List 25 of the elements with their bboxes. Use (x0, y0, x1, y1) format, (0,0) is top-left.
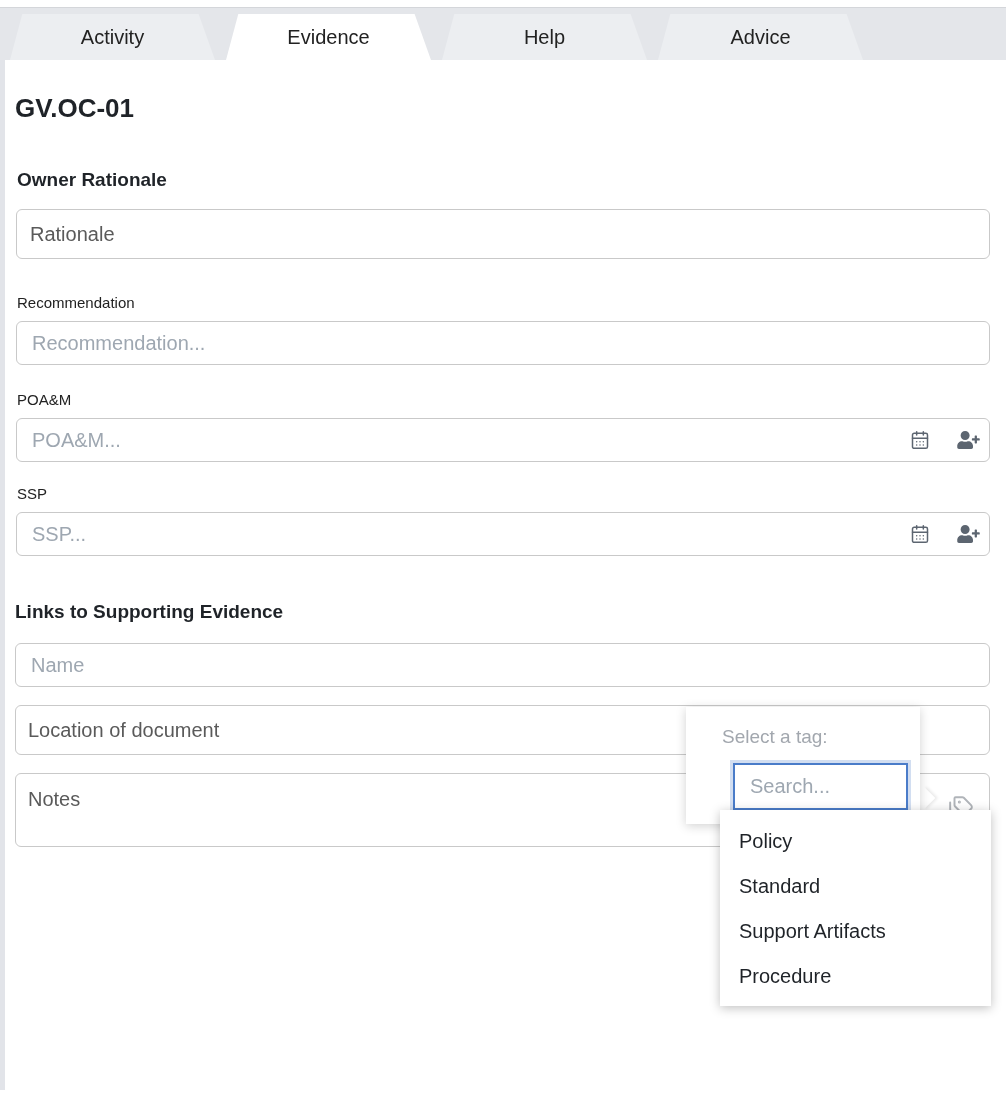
field-label: Recommendation (17, 293, 136, 313)
tag-option[interactable]: Policy (720, 818, 991, 863)
section-heading: Owner Rationale (17, 168, 168, 192)
popover-prompt: Select a tag: (722, 725, 828, 749)
section-heading: Links to Supporting Evidence (15, 600, 285, 624)
page-title: GV.OC-01 (15, 92, 135, 123)
search-field[interactable]: Search... (733, 763, 908, 810)
text-field[interactable]: Recommendation... (16, 321, 990, 365)
tag-option[interactable]: Support Artifacts (720, 908, 991, 953)
calendar-icon[interactable] (910, 430, 930, 450)
add-user-icon[interactable] (957, 525, 980, 543)
add-user-icon[interactable] (957, 431, 980, 449)
field-label: SSP (17, 484, 48, 504)
text-field[interactable]: POA&M... (16, 418, 990, 462)
tab[interactable]: Help (442, 14, 647, 60)
text-field[interactable]: SSP... (16, 512, 990, 556)
tab[interactable]: Activity (10, 14, 215, 60)
tab[interactable]: Advice (658, 14, 863, 60)
tab[interactable]: Evidence (226, 14, 431, 60)
tag-option[interactable]: Procedure (720, 953, 991, 998)
calendar-icon[interactable] (910, 524, 930, 544)
tag-option[interactable]: Standard (720, 863, 991, 908)
field-label: POA&M (17, 390, 73, 410)
rationale-field[interactable]: Rationale (16, 209, 990, 259)
name-field[interactable]: Name (15, 643, 990, 687)
